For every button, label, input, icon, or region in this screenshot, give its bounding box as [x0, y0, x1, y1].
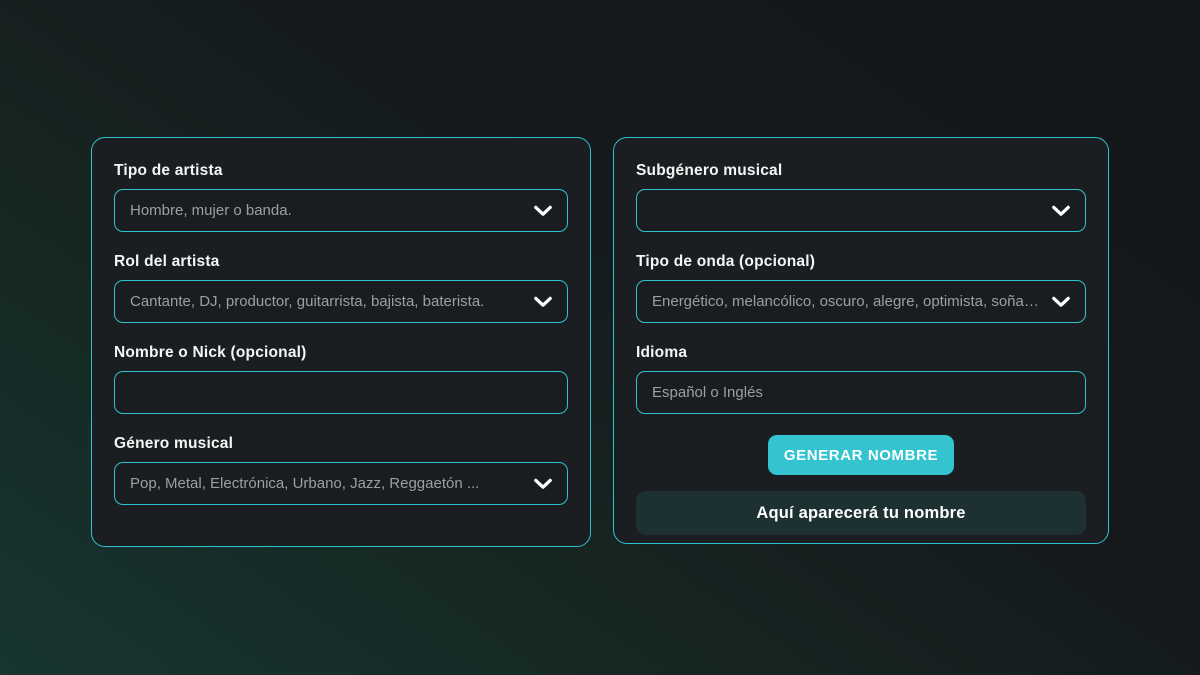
artist-form-panel-left: Tipo de artista Hombre, mujer o banda. R…	[91, 137, 591, 547]
nombre-nick-label: Nombre o Nick (opcional)	[114, 344, 568, 362]
select-placeholder: Energético, melancólico, oscuro, alegre,…	[652, 293, 1042, 310]
rol-del-artista-select[interactable]: Cantante, DJ, productor, guitarrista, ba…	[114, 280, 568, 323]
field-tipo-de-artista: Tipo de artista Hombre, mujer o banda.	[114, 162, 568, 232]
page-background: Tipo de artista Hombre, mujer o banda. R…	[0, 0, 1200, 675]
chevron-down-icon	[534, 296, 552, 308]
rol-del-artista-label: Rol del artista	[114, 253, 568, 271]
idioma-label: Idioma	[636, 344, 1086, 362]
generar-nombre-button[interactable]: GENERAR NOMBRE	[768, 435, 954, 475]
select-placeholder: Cantante, DJ, productor, guitarrista, ba…	[130, 293, 524, 310]
result-box: Aquí aparecerá tu nombre	[636, 491, 1086, 535]
genero-musical-select[interactable]: Pop, Metal, Electrónica, Urbano, Jazz, R…	[114, 462, 568, 505]
genero-musical-label: Género musical	[114, 435, 568, 453]
field-idioma: Idioma	[636, 344, 1086, 414]
select-placeholder: Hombre, mujer o banda.	[130, 202, 524, 219]
artist-form-panel-right: Subgénero musical Tipo de onda (opcional…	[613, 137, 1109, 544]
tipo-de-onda-label: Tipo de onda (opcional)	[636, 253, 1086, 271]
chevron-down-icon	[534, 478, 552, 490]
result-text: Aquí aparecerá tu nombre	[756, 504, 965, 523]
tipo-de-artista-select[interactable]: Hombre, mujer o banda.	[114, 189, 568, 232]
chevron-down-icon	[1052, 205, 1070, 217]
field-tipo-de-onda: Tipo de onda (opcional) Energético, mela…	[636, 253, 1086, 323]
field-nombre-nick: Nombre o Nick (opcional)	[114, 344, 568, 414]
chevron-down-icon	[534, 205, 552, 217]
subgenero-musical-label: Subgénero musical	[636, 162, 1086, 180]
field-subgenero-musical: Subgénero musical	[636, 162, 1086, 232]
nombre-nick-input[interactable]	[114, 371, 568, 414]
subgenero-musical-select[interactable]	[636, 189, 1086, 232]
chevron-down-icon	[1052, 296, 1070, 308]
select-placeholder: Pop, Metal, Electrónica, Urbano, Jazz, R…	[130, 475, 524, 492]
field-genero-musical: Género musical Pop, Metal, Electrónica, …	[114, 435, 568, 505]
field-rol-del-artista: Rol del artista Cantante, DJ, productor,…	[114, 253, 568, 323]
tipo-de-onda-select[interactable]: Energético, melancólico, oscuro, alegre,…	[636, 280, 1086, 323]
tipo-de-artista-label: Tipo de artista	[114, 162, 568, 180]
idioma-input[interactable]	[636, 371, 1086, 414]
